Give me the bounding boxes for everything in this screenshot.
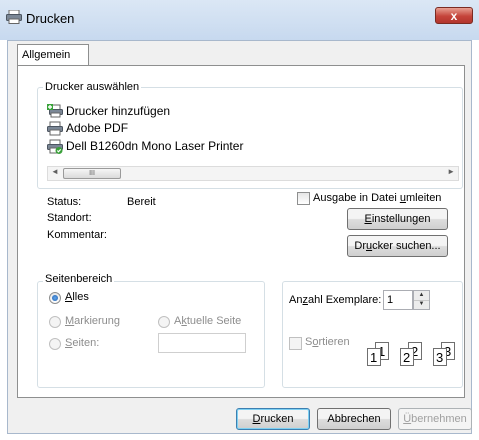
- close-button[interactable]: x: [435, 7, 473, 24]
- window-title: Drucken: [26, 11, 75, 26]
- page-range-legend: Seitenbereich: [43, 273, 115, 285]
- printer-item-label: Dell B1260dn Mono Laser Printer: [66, 139, 244, 153]
- settings-button[interactable]: Einstellungen: [347, 208, 448, 230]
- collate-page: 1: [367, 348, 381, 366]
- apply-button[interactable]: Übernehmen: [398, 408, 472, 430]
- current-page-radio[interactable]: [158, 316, 170, 328]
- tab-label: Allgemein: [22, 49, 71, 61]
- current-page-label: Aktuelle Seite: [174, 315, 242, 327]
- collate-page: 3: [433, 348, 447, 366]
- all-pages-label[interactable]: Alles: [65, 291, 89, 303]
- printer-item-adobe-pdf[interactable]: Adobe PDF: [47, 120, 128, 136]
- printer-item-label: Adobe PDF: [66, 121, 129, 135]
- printer-icon: [6, 9, 22, 27]
- collate-label: Sortieren: [305, 336, 350, 348]
- find-printer-button[interactable]: Drucker suchen...: [347, 235, 448, 257]
- status-value: Bereit: [127, 196, 156, 208]
- print-button[interactable]: Drucken: [236, 408, 310, 430]
- selection-radio[interactable]: [49, 316, 61, 328]
- pages-radio[interactable]: [49, 338, 61, 350]
- all-pages-radio[interactable]: [49, 292, 61, 304]
- printer-list-scrollbar[interactable]: ◄ III ►: [47, 166, 459, 181]
- close-icon: x: [450, 9, 458, 23]
- printer-item-dell[interactable]: Dell B1260dn Mono Laser Printer: [47, 138, 243, 154]
- comment-label: Kommentar:: [47, 229, 107, 241]
- status-label: Status:: [47, 196, 82, 208]
- default-printer-icon: [47, 139, 63, 154]
- pages-label: Seiten:: [65, 337, 100, 349]
- selection-label: Markierung: [65, 315, 121, 327]
- printer-icon: [47, 121, 63, 135]
- collate-page: 2: [400, 348, 414, 366]
- copies-input[interactable]: 1: [383, 290, 413, 310]
- scroll-left-icon[interactable]: ◄: [51, 167, 59, 176]
- pages-input[interactable]: [158, 333, 246, 353]
- print-to-file-label[interactable]: Ausgabe in Datei umleiten: [313, 192, 441, 204]
- spin-down-icon[interactable]: ▼: [414, 300, 429, 309]
- add-printer-icon: [47, 103, 63, 117]
- printer-item-label: Drucker hinzufügen: [66, 104, 171, 118]
- scroll-right-icon[interactable]: ►: [447, 167, 455, 176]
- scroll-thumb[interactable]: III: [63, 168, 121, 179]
- tab-allgemein[interactable]: Allgemein: [17, 44, 89, 66]
- copies-spinner[interactable]: ▲ ▼: [413, 290, 430, 310]
- printer-select-legend: Drucker auswählen: [43, 81, 142, 93]
- cancel-button[interactable]: Abbrechen: [317, 408, 391, 430]
- grip-icon: III: [89, 170, 95, 177]
- print-to-file-checkbox[interactable]: [297, 192, 310, 205]
- title-bar: Drucken x: [0, 0, 479, 40]
- collate-checkbox[interactable]: [289, 337, 302, 350]
- copies-label: Anzahl Exemplare:: [289, 294, 382, 306]
- printer-item-add[interactable]: Drucker hinzufügen: [47, 103, 170, 119]
- location-label: Standort:: [47, 212, 92, 224]
